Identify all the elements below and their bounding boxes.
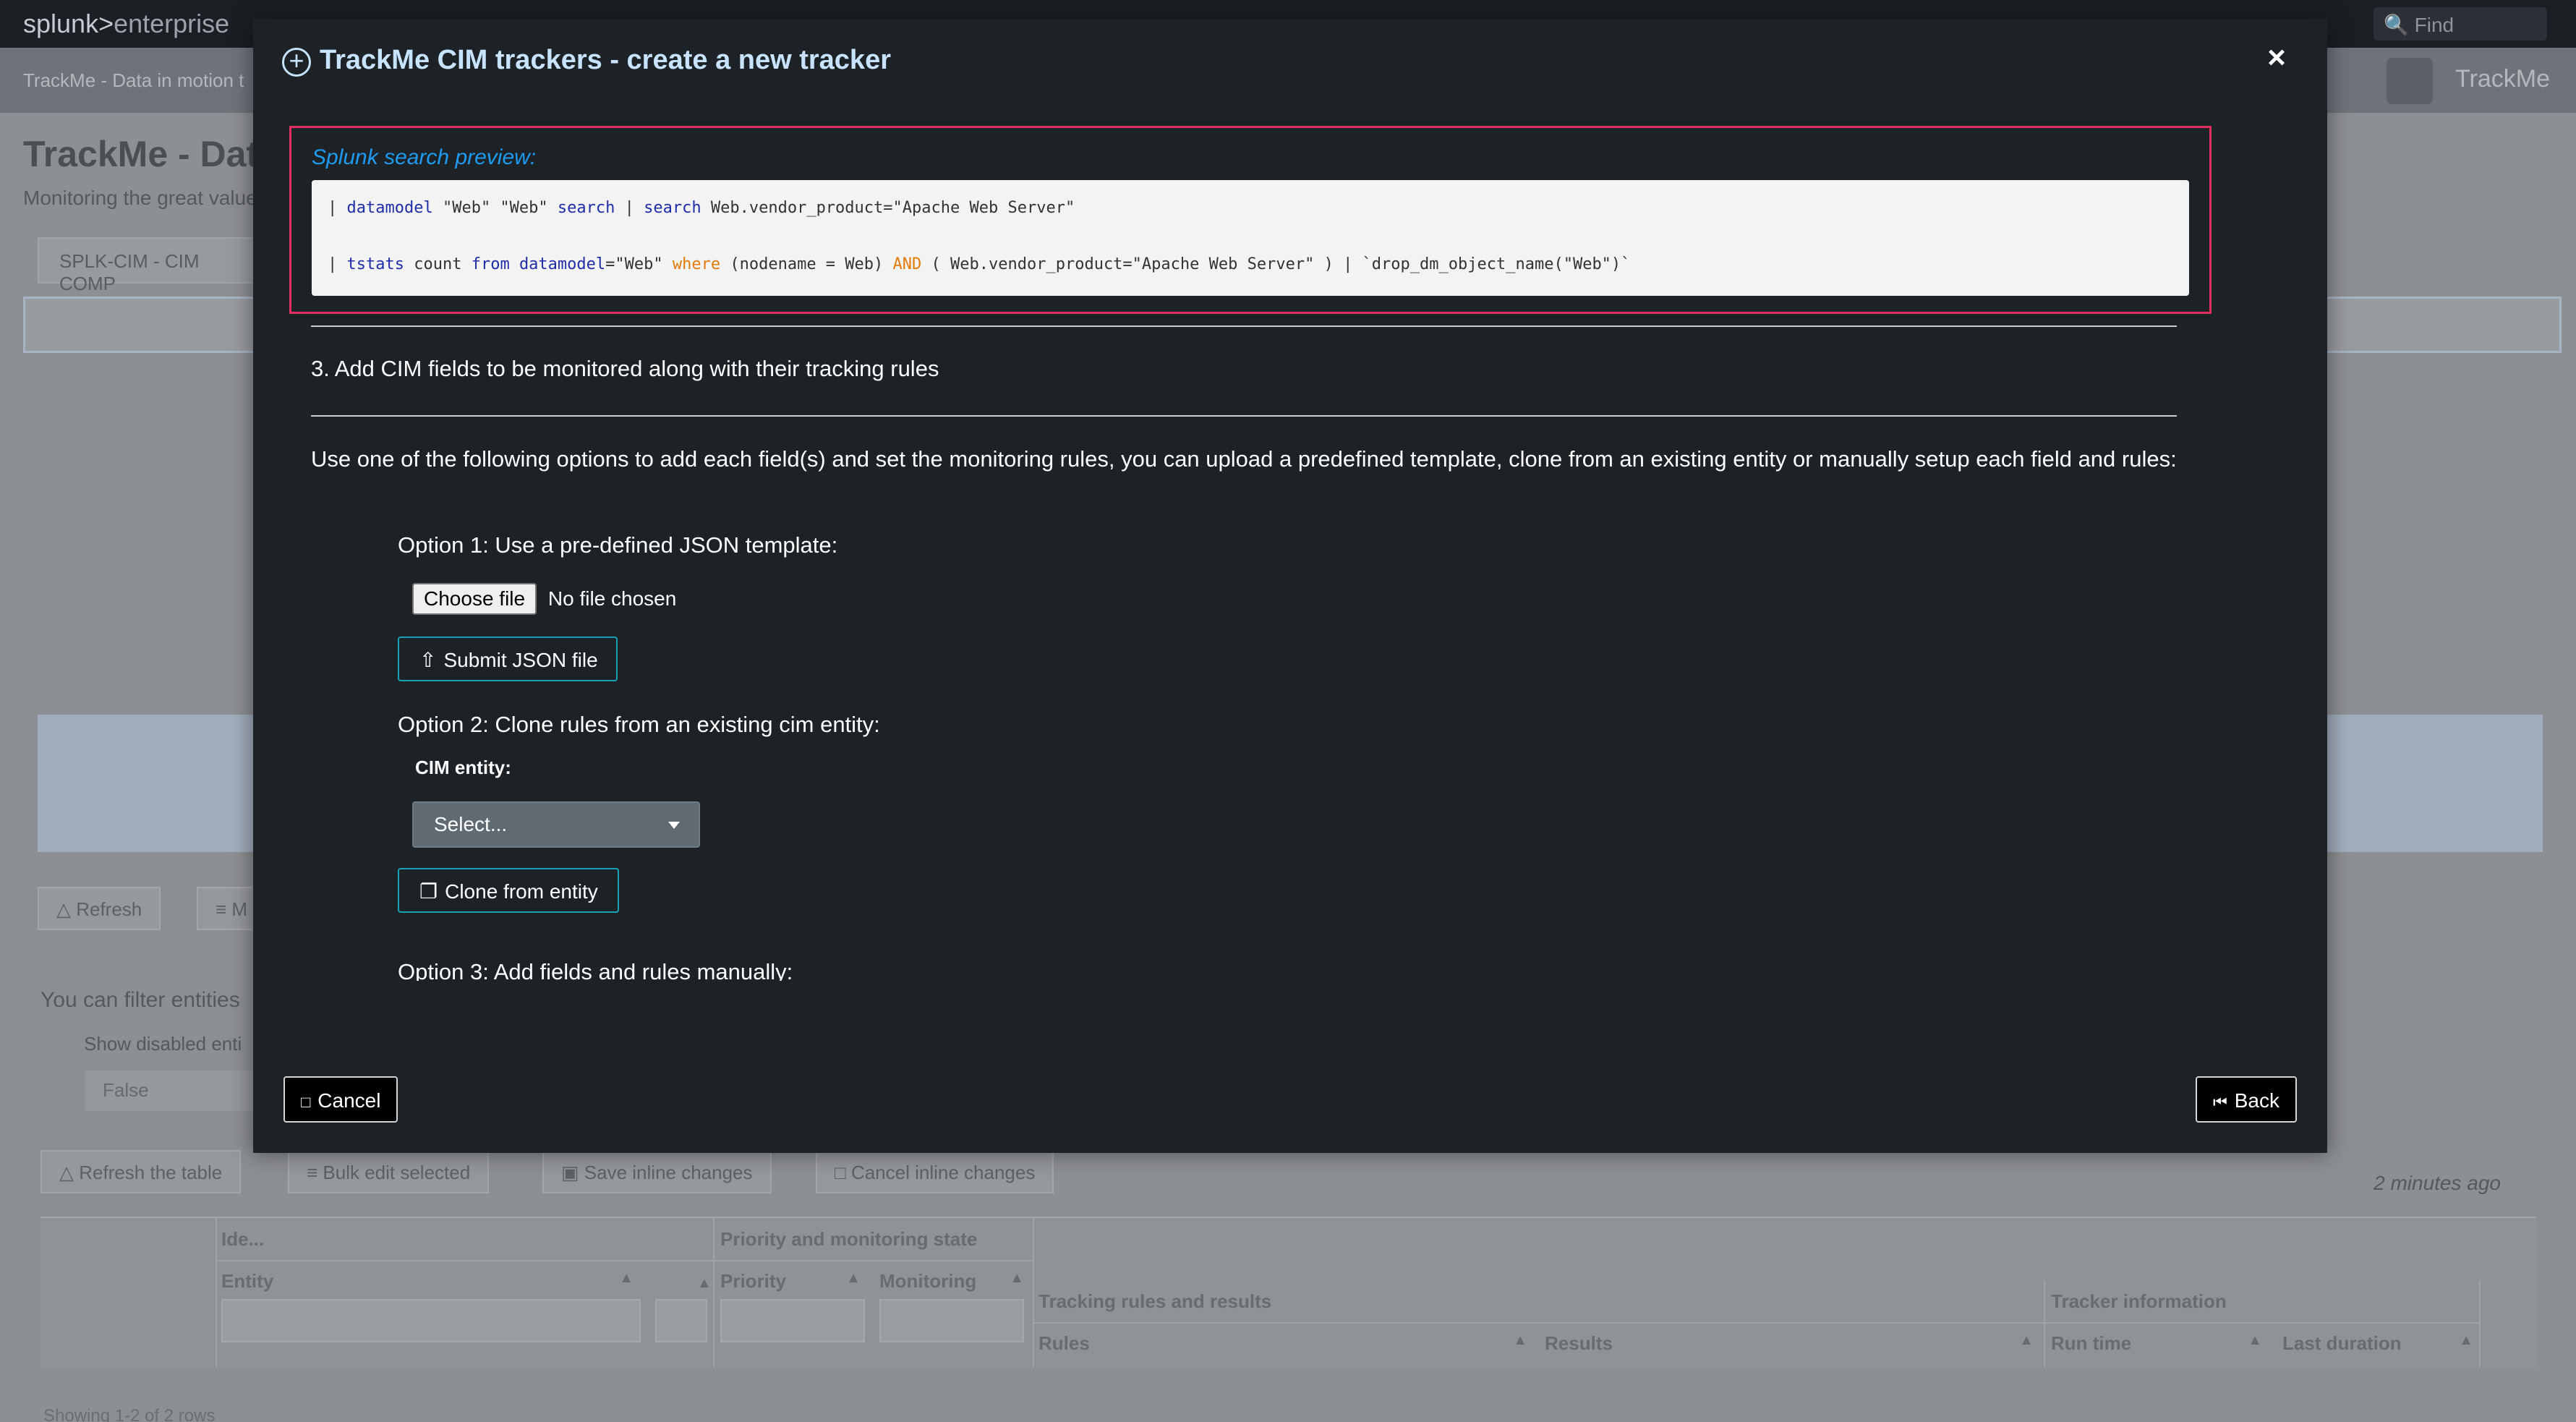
modal-header: + TrackMe CIM trackers - create a new tr…: [253, 19, 2327, 106]
column-rules[interactable]: Rules ▲: [1038, 1332, 1527, 1355]
column-divider: [1033, 1218, 1034, 1367]
group-tracker-info-header: Tracker information: [2051, 1290, 2227, 1312]
section-divider: [311, 415, 2177, 417]
cancel-button[interactable]: □ Cancel: [283, 1076, 398, 1123]
refresh-table-button[interactable]: △ Refresh the table: [40, 1150, 242, 1193]
cim-entity-label: CIM entity:: [415, 757, 511, 778]
rewind-icon: ⏮: [2212, 1093, 2227, 1111]
search-preview-title: Splunk search preview:: [312, 145, 537, 169]
upload-icon: ⇧: [419, 649, 437, 671]
submit-json-button[interactable]: ⇧ Submit JSON file: [398, 637, 618, 681]
column-last-duration[interactable]: Last duration ▲: [2282, 1332, 2473, 1355]
show-disabled-label: Show disabled enti: [84, 1033, 242, 1055]
monitoring-filter-input[interactable]: [879, 1299, 1024, 1342]
choose-file-button[interactable]: Choose file: [412, 583, 537, 615]
page-subtitle: Monitoring the great value: [23, 187, 257, 209]
option3-label: Option 3: Add fields and rules manually:: [398, 959, 793, 981]
column-divider: [713, 1218, 715, 1367]
header-divider: [1034, 1322, 2481, 1324]
option1-label: Option 1: Use a pre-defined JSON templat…: [398, 532, 838, 558]
square-icon: □: [301, 1093, 311, 1111]
column-monitoring[interactable]: Monitoring ▲: [879, 1270, 1024, 1293]
column-results[interactable]: Results ▲: [1545, 1332, 2034, 1355]
trackme-logo-icon: [2387, 58, 2433, 104]
refresh-button[interactable]: △ Refresh: [38, 887, 161, 930]
manage-button[interactable]: ≡ M: [197, 887, 262, 930]
options-intro: Use one of the following options to add …: [311, 446, 2177, 472]
column-divider: [2479, 1280, 2481, 1367]
cim-entity-select[interactable]: Select...: [412, 801, 700, 848]
save-inline-button[interactable]: ▣ Save inline changes: [542, 1150, 772, 1193]
modal-title: TrackMe CIM trackers - create a new trac…: [320, 45, 891, 75]
plus-circle-icon: +: [282, 48, 311, 77]
column-priority[interactable]: Priority ▲: [720, 1270, 861, 1293]
search-preview-line-2: | tstats count from datamodel="Web" wher…: [328, 255, 1631, 273]
column-divider: [216, 1218, 217, 1367]
search-preview-panel: Splunk search preview: | datamodel "Web"…: [289, 126, 2212, 314]
search-preview-line-1: | datamodel "Web" "Web" search | search …: [328, 199, 1075, 217]
sort-filter-input[interactable]: [655, 1299, 707, 1342]
no-file-label: No file chosen: [547, 587, 677, 610]
option3-label-clip: Option 3: Add fields and rules manually:: [398, 959, 1266, 981]
bulk-edit-button[interactable]: ≡ Bulk edit selected: [288, 1150, 490, 1193]
find-input[interactable]: 🔍 Find: [2374, 7, 2547, 41]
cancel-inline-button[interactable]: □ Cancel inline changes: [816, 1150, 1054, 1193]
search-preview-code: | datamodel "Web" "Web" search | search …: [312, 180, 2189, 296]
back-button[interactable]: ⏮ Back: [2195, 1076, 2297, 1123]
create-tracker-modal: + TrackMe CIM trackers - create a new tr…: [253, 19, 2327, 1153]
pagination-info: Showing 1-2 of 2 rows: [43, 1406, 216, 1422]
column-run-time[interactable]: Run time ▲: [2051, 1332, 2262, 1355]
tab-cim-compliance[interactable]: SPLK-CIM - CIM COMP: [38, 237, 269, 294]
splunk-logo[interactable]: splunk>enterprise: [23, 9, 229, 39]
show-disabled-select[interactable]: False: [85, 1070, 259, 1111]
column-entity[interactable]: Entity ▲: [221, 1270, 641, 1293]
app-brand: TrackMe: [2455, 65, 2550, 93]
option2-label: Option 2: Clone rules from an existing c…: [398, 712, 880, 737]
json-file-picker[interactable]: Choose file No file chosen: [412, 583, 676, 615]
copy-icon: ❐: [419, 880, 438, 903]
breadcrumb[interactable]: TrackMe - Data in motion t: [23, 69, 244, 92]
section-divider: [311, 325, 2177, 327]
clone-from-entity-button[interactable]: ❐ Clone from entity: [398, 868, 619, 913]
close-icon[interactable]: ×: [2261, 42, 2293, 75]
chevron-down-icon: [668, 822, 680, 829]
entity-filter-input[interactable]: [221, 1299, 641, 1342]
group-tracking-header: Tracking rules and results: [1038, 1290, 1272, 1312]
last-updated: 2 minutes ago: [2374, 1172, 2501, 1194]
group-priority-header: Priority and monitoring state: [720, 1228, 978, 1250]
filter-hint: You can filter entities: [40, 988, 240, 1012]
group-identity-header: Ide...: [221, 1228, 265, 1250]
step-title: 3. Add CIM fields to be monitored along …: [311, 356, 939, 381]
priority-filter-input[interactable]: [720, 1299, 865, 1342]
page-title: TrackMe - Data: [23, 134, 278, 174]
column-sort[interactable]: ▲: [684, 1270, 712, 1293]
header-divider: [217, 1260, 1033, 1261]
column-divider: [2044, 1280, 2045, 1367]
